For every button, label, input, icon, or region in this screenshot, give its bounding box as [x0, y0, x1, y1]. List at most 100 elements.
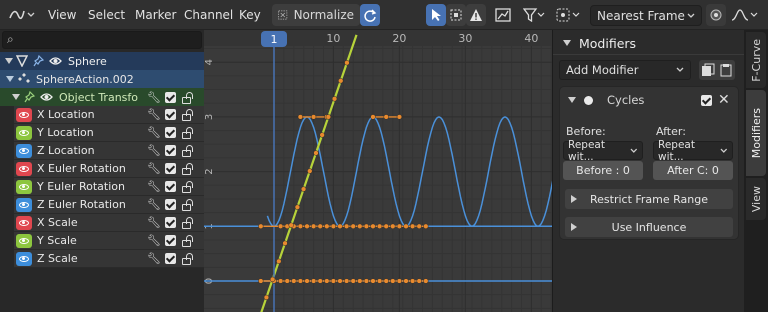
channel-row[interactable]: Y Location 🔧︎ — [14, 124, 204, 142]
modifier-header[interactable]: Cycles ✕ — [560, 87, 738, 113]
frame-ruler[interactable] — [204, 30, 552, 46]
channel-group-row[interactable]: Object Transforms 🔧︎ — [0, 88, 204, 106]
keyframe-point[interactable] — [325, 114, 332, 120]
keyframe-point[interactable] — [276, 258, 282, 264]
keyframe-point[interactable] — [409, 278, 416, 284]
lock-icon[interactable] — [182, 162, 196, 175]
wrench-icon[interactable]: 🔧︎ — [147, 198, 161, 211]
falloff-dropdown[interactable] — [728, 4, 762, 26]
keyframe-point[interactable] — [370, 278, 376, 284]
keyframe-point[interactable] — [317, 223, 323, 229]
keyframe-point[interactable] — [277, 278, 284, 284]
lock-icon[interactable] — [182, 234, 196, 247]
menu-marker[interactable]: Marker — [135, 8, 176, 22]
mute-checkbox[interactable] — [165, 253, 176, 264]
wrench-icon[interactable]: 🔧︎ — [147, 144, 161, 157]
use-influence-subpanel[interactable]: Use Influence — [565, 217, 733, 237]
keyframe-point[interactable] — [317, 278, 323, 284]
modifiers-panel-header[interactable]: Modifiers — [557, 32, 743, 54]
tab-modifiers[interactable]: Modifiers — [746, 90, 766, 176]
keyframe-point[interactable] — [403, 223, 409, 229]
mute-checkbox[interactable] — [165, 109, 176, 120]
keyframe-point[interactable] — [370, 114, 376, 120]
auto-snapping-dropdown[interactable]: Nearest Frame — [590, 5, 702, 26]
keyframe-point[interactable] — [291, 278, 297, 284]
copy-icon[interactable] — [701, 63, 715, 77]
keyframe-point[interactable] — [383, 223, 389, 229]
graph-area[interactable]: 10 20 30 40 4 3 2 1 0 1 — [204, 30, 552, 312]
editor-type-selector[interactable] — [4, 4, 40, 26]
tab-f-curve[interactable]: F-Curve — [746, 32, 766, 88]
channel-row[interactable]: Y Scale 🔧︎ — [14, 232, 204, 250]
keyframe-point[interactable] — [416, 223, 422, 229]
keyframe-point[interactable] — [288, 222, 294, 228]
mute-checkbox[interactable] — [165, 163, 176, 174]
keyframe-point[interactable] — [338, 78, 344, 84]
menu-select[interactable]: Select — [88, 8, 125, 22]
lock-icon[interactable] — [182, 144, 196, 157]
channel-row[interactable]: Z Euler Rotation 🔧︎ — [14, 196, 204, 214]
auto-normalize-button[interactable] — [360, 4, 380, 26]
keyframe-point[interactable] — [307, 168, 313, 174]
after-cycles-field[interactable]: After C: 0 — [653, 161, 733, 180]
lock-icon[interactable] — [182, 252, 196, 265]
keyframe-point[interactable] — [423, 223, 429, 229]
keyframe-point[interactable] — [383, 114, 389, 120]
channel-action-row[interactable]: SphereAction.002 — [0, 70, 204, 88]
expand-triangle-icon[interactable] — [5, 58, 13, 64]
menu-key[interactable]: Key — [239, 8, 261, 22]
menu-channel[interactable]: Channel — [184, 8, 233, 22]
modifier-enable-checkbox[interactable] — [701, 95, 712, 106]
wrench-icon[interactable]: 🔧︎ — [147, 126, 161, 139]
keyframe-point[interactable] — [324, 278, 330, 284]
keyframe-point[interactable] — [343, 223, 350, 229]
wrench-icon[interactable]: 🔧︎ — [147, 252, 161, 265]
visibility-eye-icon[interactable] — [16, 179, 32, 194]
visibility-eye-icon[interactable] — [16, 125, 32, 140]
keyframe-point[interactable] — [313, 150, 319, 156]
keyframe-point[interactable] — [324, 223, 330, 229]
channel-row[interactable]: Y Euler Rotation 🔧︎ — [14, 178, 204, 196]
keyframe-point[interactable] — [343, 278, 350, 284]
mute-checkbox[interactable] — [165, 92, 176, 103]
keyframe-point[interactable] — [376, 278, 383, 284]
mute-checkbox[interactable] — [165, 127, 176, 138]
lock-icon[interactable] — [182, 216, 196, 229]
keyframe-point[interactable] — [331, 96, 338, 102]
wrench-icon[interactable]: 🔧︎ — [147, 108, 161, 121]
proportional-editing-toggle[interactable] — [706, 4, 726, 26]
visibility-eye-icon[interactable] — [16, 233, 32, 248]
keyframe-point[interactable] — [390, 223, 396, 229]
expand-triangle-icon[interactable] — [568, 97, 576, 103]
keyframe-point[interactable] — [416, 278, 422, 284]
pin-icon[interactable] — [33, 55, 44, 67]
keyframe-point[interactable] — [396, 223, 403, 229]
keyframe-point[interactable] — [297, 114, 304, 120]
wrench-icon[interactable]: 🔧︎ — [147, 216, 161, 229]
keyframe-point[interactable] — [363, 223, 370, 229]
keyframe-point[interactable] — [383, 278, 389, 284]
paste-icon[interactable] — [719, 63, 733, 77]
wrench-icon[interactable]: 🔧︎ — [147, 234, 161, 247]
keyframe-point[interactable] — [297, 278, 304, 284]
keyframe-point[interactable] — [263, 294, 270, 301]
channel-object-row[interactable]: Sphere — [0, 52, 204, 70]
expand-triangle-icon[interactable] — [12, 94, 20, 100]
keyframe-point[interactable] — [310, 223, 317, 229]
keyframe-point[interactable] — [282, 240, 288, 246]
channel-row[interactable]: X Scale 🔧︎ — [14, 214, 204, 232]
keyframe-point[interactable] — [350, 278, 356, 284]
keyframe-point[interactable] — [297, 223, 304, 229]
keyframe-point[interactable] — [304, 223, 310, 229]
mute-checkbox[interactable] — [165, 235, 176, 246]
lock-icon[interactable] — [182, 198, 196, 211]
wrench-icon[interactable]: 🔧︎ — [147, 180, 161, 193]
visibility-eye-icon[interactable] — [16, 107, 32, 122]
view-settings-button[interactable] — [492, 4, 514, 26]
mute-checkbox[interactable] — [165, 145, 176, 156]
expand-triangle-icon[interactable] — [6, 76, 14, 82]
lock-icon[interactable] — [182, 108, 196, 121]
keyframe-point[interactable] — [284, 278, 290, 284]
keyframe-point[interactable] — [319, 132, 325, 138]
keyframe-point[interactable] — [370, 223, 376, 229]
